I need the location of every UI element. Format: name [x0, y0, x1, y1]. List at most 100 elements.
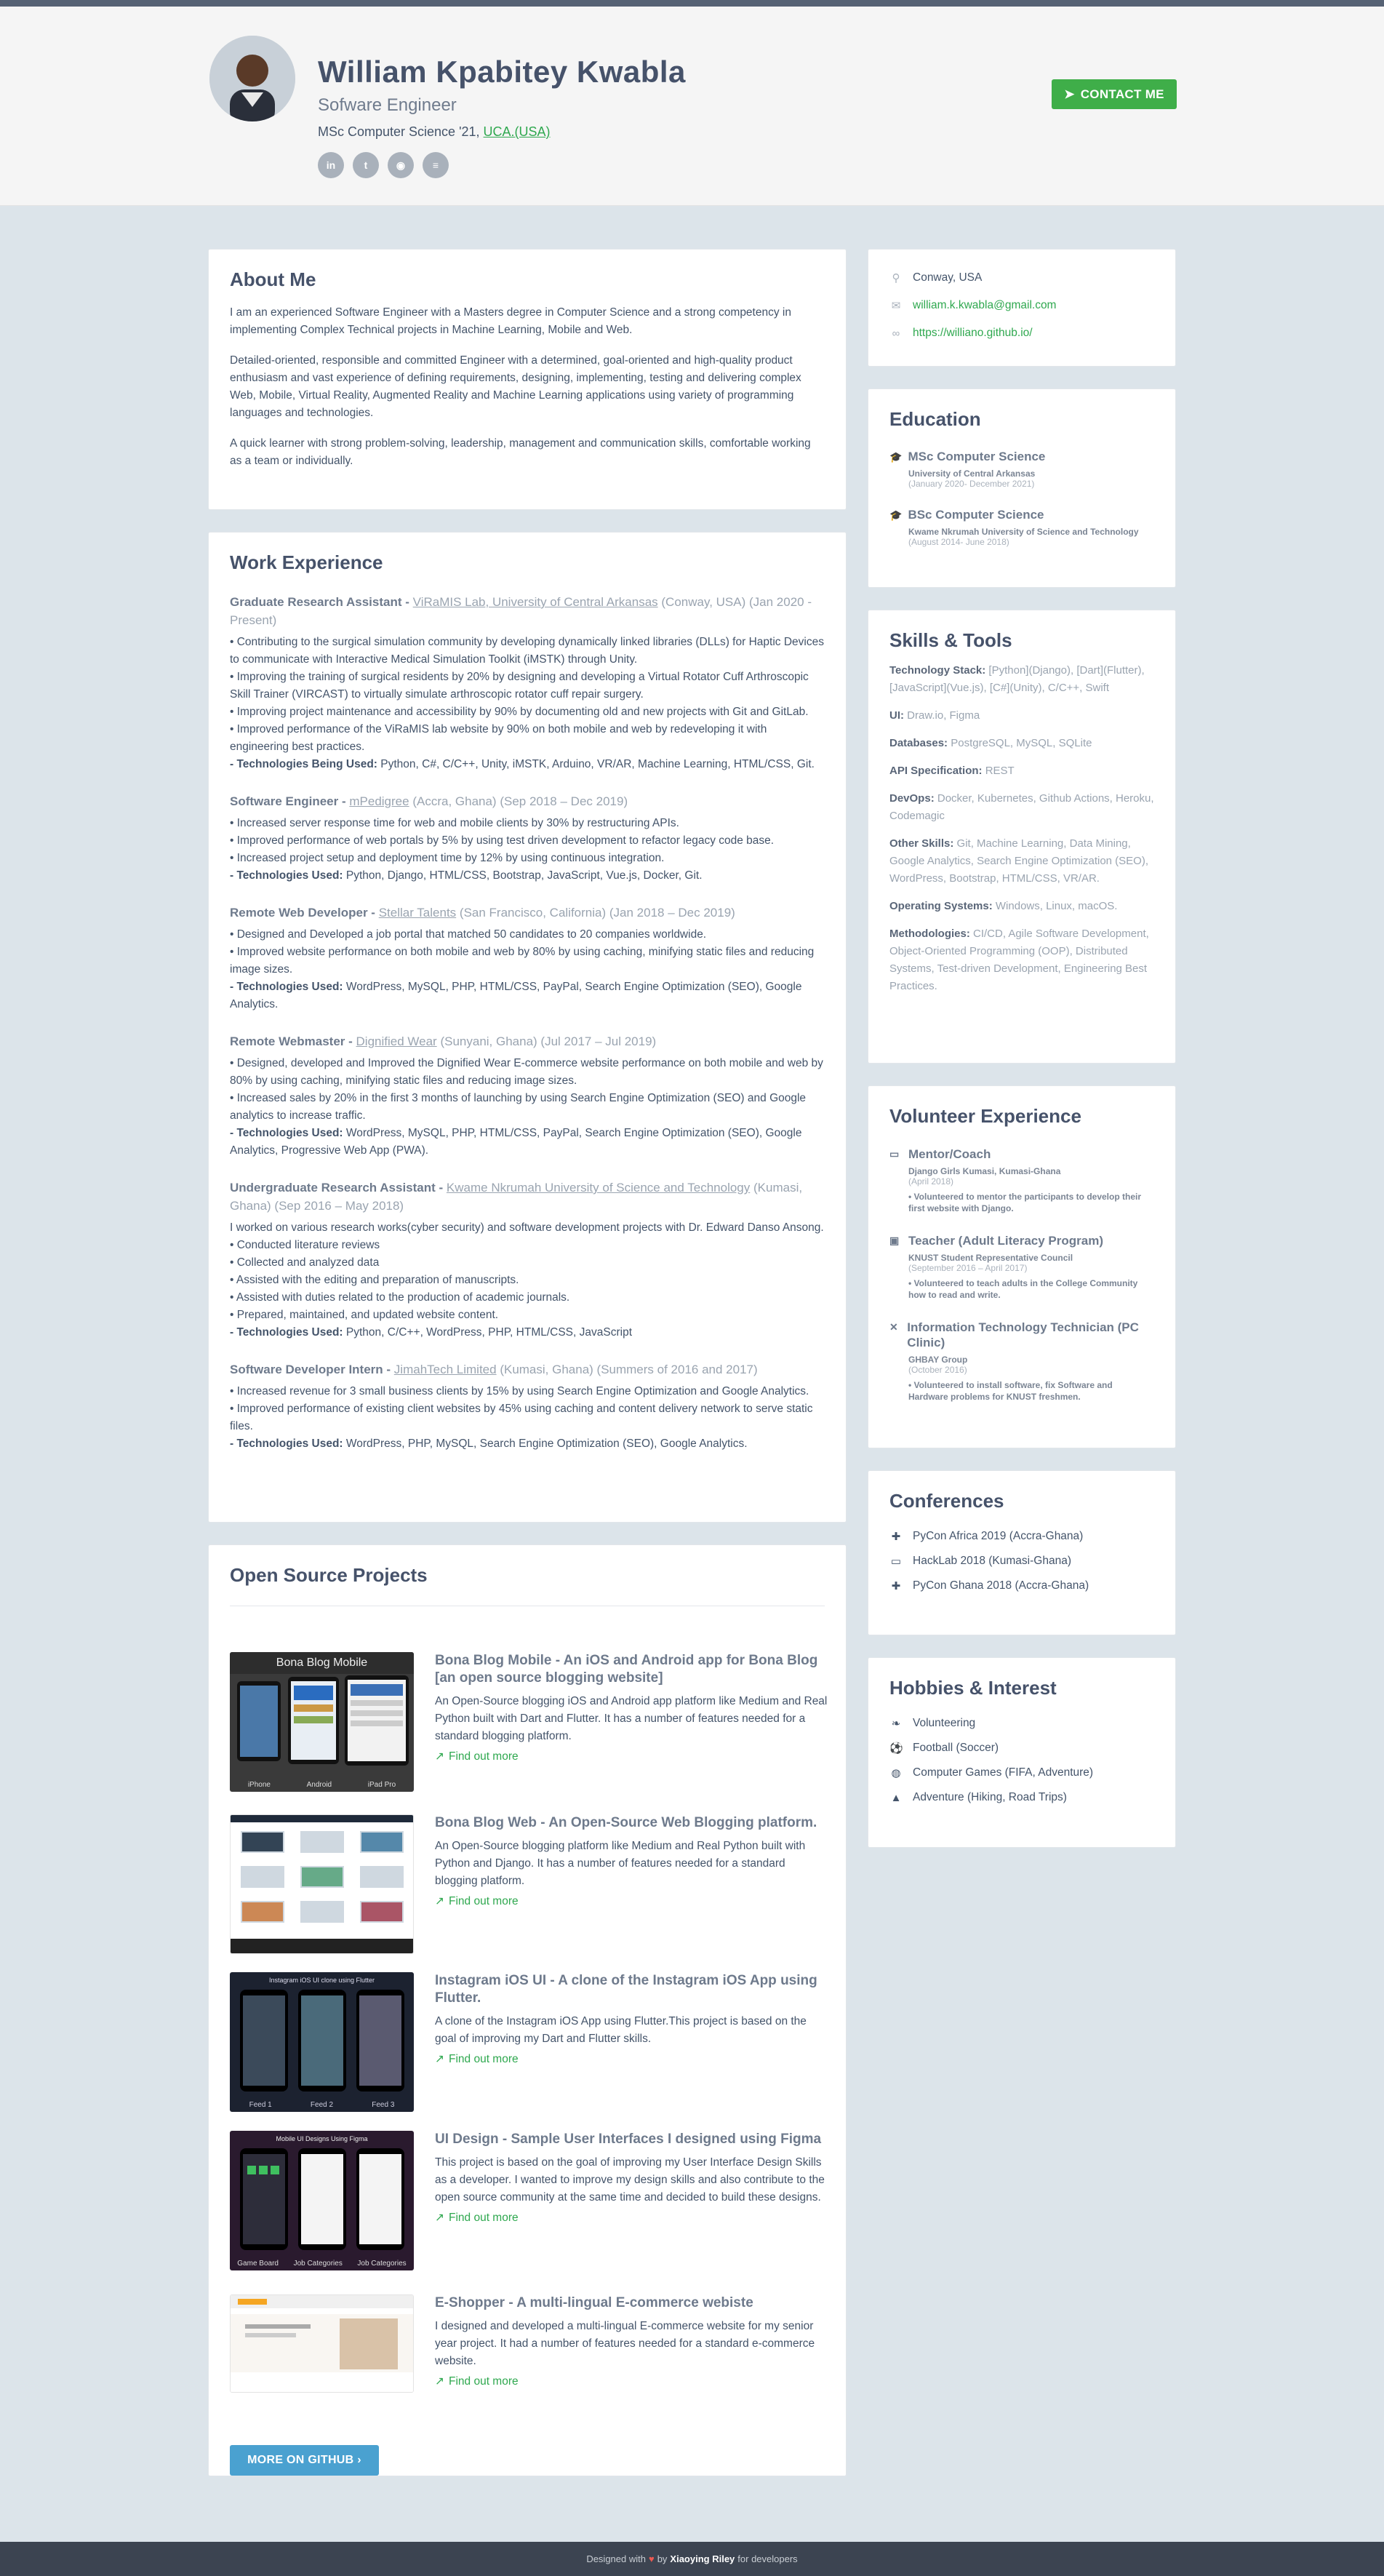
- find-out-more-label: Find out more: [449, 2374, 519, 2388]
- find-out-more-link[interactable]: ↗ Find out more: [435, 2211, 828, 2225]
- contact-me-button[interactable]: ➤ CONTACT ME: [1052, 79, 1177, 109]
- hobbies-label: Football (Soccer): [913, 1742, 999, 1754]
- location-item: ⚲ Conway, USA: [889, 264, 1154, 292]
- hobbies-label: Adventure (Hiking, Road Trips): [913, 1791, 1067, 1803]
- skill-item: Technology Stack: [Python](Django), [Dar…: [889, 662, 1154, 697]
- job-org-link[interactable]: mPedigree: [349, 794, 409, 808]
- skill-label: UI:: [889, 709, 904, 722]
- project-title[interactable]: Bona Blog Web - An Open-Source Web Blogg…: [435, 1814, 828, 1832]
- thumbnail-caption: Game Board: [237, 2260, 279, 2268]
- footer-author-link[interactable]: Xiaoying Riley: [670, 2553, 735, 2564]
- job-technologies: - Technologies Being Used: Python, C#, C…: [230, 756, 825, 773]
- tech-label: - Technologies Used:: [230, 981, 343, 993]
- find-out-more-link[interactable]: ↗ Find out more: [435, 2052, 828, 2066]
- github-icon[interactable]: ◉: [388, 152, 414, 178]
- hobbies-label: Volunteering: [913, 1717, 976, 1729]
- job-bullet: • Assisted with the editing and preparat…: [230, 1274, 519, 1286]
- project-info: E-Shopper - A multi-lingual E-commerce w…: [435, 2294, 828, 2388]
- volunteer-role-name: Mentor/Coach: [908, 1147, 991, 1161]
- contact-me-label: CONTACT ME: [1080, 87, 1164, 101]
- find-out-more-link[interactable]: ↗ Find out more: [435, 2374, 828, 2388]
- external-link-icon: ↗: [435, 1895, 444, 1907]
- volunteer-item: ▭ Mentor/Coach Django Girls Kumasi, Kumasi…: [889, 1147, 1154, 1214]
- job-bullet: • Collected and analyzed data: [230, 1256, 380, 1269]
- job-bullet: • Increased revenue for 3 small business…: [230, 1385, 809, 1397]
- about-paragraph: Detailed-oriented, responsible and commi…: [230, 354, 801, 419]
- job-org-link[interactable]: JimahTech Limited: [394, 1363, 497, 1376]
- skill-item: Databases: PostgreSQL, MySQL, SQLite: [889, 735, 1154, 752]
- job-org-link[interactable]: Dignified Wear: [356, 1034, 437, 1048]
- tools-icon: ✕: [889, 1321, 898, 1333]
- email-link[interactable]: william.k.kwabla@gmail.com: [913, 299, 1056, 312]
- python-icon: ✚: [891, 1531, 901, 1543]
- job-technologies: - Technologies Used: WordPress, PHP, MyS…: [230, 1435, 825, 1453]
- job-meta: (Kumasi, Ghana) (Summers of 2016 and 201…: [500, 1363, 758, 1376]
- gamepad-icon: ◍: [891, 1767, 901, 1779]
- conferences-item: ✚ PyCon Africa 2019 (Accra-Ghana): [889, 1524, 1154, 1549]
- job-technologies: - Technologies Used: Python, C/C++, Word…: [230, 1324, 825, 1341]
- skill-value: PostgreSQL, MySQL, SQLite: [951, 737, 1092, 749]
- find-out-more-link[interactable]: ↗ Find out more: [435, 1750, 828, 1763]
- volunteer-date: (October 2016): [908, 1365, 967, 1375]
- skill-item: Other Skills: Git, Machine Learning, Dat…: [889, 835, 1154, 888]
- find-out-more-label: Find out more: [449, 1894, 519, 1907]
- thumbnail-captions: iPhone Android iPad Pro: [230, 1781, 414, 1789]
- conferences-item: ✚ PyCon Ghana 2018 (Accra-Ghana): [889, 1574, 1154, 1598]
- skill-label: Technology Stack:: [889, 664, 986, 677]
- skill-item: API Specification: REST: [889, 762, 1154, 780]
- hobbies-item: ❧ Volunteering: [889, 1711, 1154, 1736]
- thumbnail-caption: iPhone: [247, 1781, 271, 1789]
- about-section: About Me I am an experienced Software En…: [208, 249, 847, 510]
- skill-label: DevOps:: [889, 792, 935, 805]
- graduation-cap-icon: 🎓: [889, 509, 903, 521]
- job-org-link[interactable]: Stellar Talents: [379, 906, 456, 920]
- skill-label: Other Skills:: [889, 837, 954, 850]
- find-out-more-link[interactable]: ↗ Find out more: [435, 1894, 828, 1908]
- thumbnail-caption: iPad Pro: [367, 1781, 396, 1789]
- tech-list: Python, C/C++, WordPress, PHP, HTML/CSS,…: [345, 1326, 632, 1339]
- project-thumbnail[interactable]: Bona Blog Mobile iPhone Android iPad Pro: [230, 1652, 414, 1792]
- degree-school-link[interactable]: UCA.(USA): [484, 124, 551, 139]
- volunteer-role-name: Teacher (Adult Literacy Program): [908, 1234, 1103, 1248]
- education-list: 🎓 MSc Computer Science University of Centr…: [889, 450, 1154, 547]
- project-info: Bona Blog Mobile - An iOS and Android ap…: [435, 1652, 828, 1763]
- job-details: • Designed, developed and Improved the D…: [230, 1055, 825, 1160]
- about-heading: About Me: [230, 268, 316, 290]
- social-links: in t ◉ ≡: [318, 152, 449, 178]
- project-title[interactable]: Instagram iOS UI - A clone of the Instag…: [435, 1972, 828, 2007]
- conferences-label: PyCon Africa 2019 (Accra-Ghana): [913, 1530, 1084, 1542]
- stackoverflow-icon[interactable]: ≡: [423, 152, 449, 178]
- project-thumbnail[interactable]: [230, 1814, 414, 1954]
- conferences-label: HackLab 2018 (Kumasi-Ghana): [913, 1555, 1071, 1567]
- more-on-github-button[interactable]: MORE ON GITHUB ›: [230, 2445, 379, 2476]
- footer-by: by: [657, 2553, 668, 2564]
- job-meta: (San Francisco, California) (Jan 2018 – …: [459, 906, 735, 920]
- project-thumbnail[interactable]: Mobile UI Designs Using Figma Game Board…: [230, 2131, 414, 2270]
- linkedin-icon[interactable]: in: [318, 152, 344, 178]
- website-item: ∞ https://williano.github.io/: [889, 319, 1154, 347]
- thumbnail-caption: Feed 1: [249, 2101, 272, 2109]
- skill-label: Databases:: [889, 737, 948, 749]
- footer-suffix: for developers: [737, 2553, 798, 2564]
- project-info: Instagram iOS UI - A clone of the Instag…: [435, 1972, 828, 2066]
- job-details: • Increased revenue for 3 small business…: [230, 1383, 825, 1453]
- tech-label: - Technologies Being Used:: [230, 758, 377, 770]
- hobbies-list: ❧ Volunteering ⚽ Football (Soccer) ◍ Computer…: [889, 1711, 1154, 1810]
- job-org-link[interactable]: ViRaMIS Lab, University of Central Arkan…: [413, 595, 658, 609]
- job-entry: Remote Webmaster - Dignified Wear (Sunya…: [230, 1032, 825, 1160]
- project-thumbnail[interactable]: [230, 2294, 414, 2393]
- job-entry: Remote Web Developer - Stellar Talents (…: [230, 904, 825, 1013]
- project-title[interactable]: E-Shopper - A multi-lingual E-commerce w…: [435, 2294, 828, 2312]
- website-link[interactable]: https://williano.github.io/: [913, 327, 1033, 340]
- work-experience-section: Work Experience Graduate Research Assist…: [208, 532, 847, 1523]
- map-marker-icon: ⚲: [892, 272, 900, 284]
- laptop-icon: ▭: [890, 1555, 902, 1568]
- about-paragraph: A quick learner with strong problem-solv…: [230, 437, 811, 467]
- job-org-link[interactable]: Kwame Nkrumah University of Science and …: [447, 1181, 750, 1195]
- project-title[interactable]: Bona Blog Mobile - An iOS and Android ap…: [435, 1652, 828, 1687]
- volunteer-heading: Volunteer Experience: [889, 1105, 1081, 1127]
- project-title[interactable]: UI Design - Sample User Interfaces I des…: [435, 2131, 828, 2148]
- twitter-icon[interactable]: t: [353, 152, 379, 178]
- project-thumbnail[interactable]: Instagram iOS UI clone using Flutter Fee…: [230, 1972, 414, 2112]
- profile-name: William Kpabitey Kwabla: [318, 55, 686, 89]
